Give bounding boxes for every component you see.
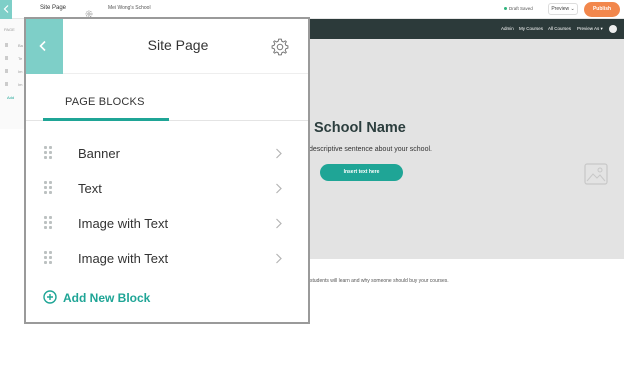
- site-navbar: Admin My Courses All Courses Preview As …: [308, 19, 624, 39]
- nav-link-all-courses[interactable]: All Courses: [548, 26, 571, 31]
- block-label: Text: [78, 181, 102, 196]
- list-item-image-with-text[interactable]: Image with Text: [26, 241, 308, 276]
- publish-button[interactable]: Publish: [584, 2, 620, 17]
- panel-header: Site Page: [26, 19, 308, 74]
- topbar-back-button[interactable]: [0, 0, 12, 19]
- save-status-text: Draft Saved: [509, 6, 533, 11]
- page-blocks-panel: Site Page PAGE BLOCKS Banner Text Image …: [24, 17, 310, 324]
- background-sidebar-item: Im: [18, 69, 23, 74]
- background-sidebar-tab: PAGE: [4, 27, 15, 32]
- chevron-right-icon: [276, 183, 282, 194]
- drag-handle-icon[interactable]: [44, 181, 53, 194]
- add-new-block-label: Add New Block: [63, 291, 151, 305]
- hero-title: School Name: [314, 120, 406, 136]
- plus-circle-icon: [43, 290, 57, 304]
- chevron-left-icon: [39, 40, 46, 52]
- background-sidebar: PAGE Ba Te Im Im Add: [0, 19, 26, 129]
- panel-title: Site Page: [147, 37, 209, 53]
- preview-dropdown[interactable]: Preview ⌄: [548, 3, 578, 15]
- status-dot-icon: [504, 7, 507, 11]
- tab-active-indicator: [43, 118, 169, 121]
- list-item-image-with-text[interactable]: Image with Text: [26, 206, 308, 241]
- chevron-right-icon: [276, 148, 282, 159]
- drag-handle-icon[interactable]: [44, 216, 53, 229]
- nav-link-my-courses[interactable]: My Courses: [519, 26, 543, 31]
- list-item-text[interactable]: Text: [26, 171, 308, 206]
- panel-tabs: PAGE BLOCKS: [26, 91, 308, 121]
- body-text: students will learn and why someone shou…: [310, 278, 449, 284]
- nav-link-preview-as[interactable]: Preview As ▾: [577, 26, 603, 32]
- chevron-right-icon: [276, 253, 282, 264]
- background-sidebar-item: Te: [18, 56, 23, 61]
- image-placeholder-icon: [584, 163, 608, 190]
- drag-handle-icon: [5, 43, 8, 47]
- drag-handle-icon: [5, 56, 8, 60]
- background-sidebar-add: Add: [7, 95, 15, 100]
- save-status: Draft Saved: [504, 6, 533, 11]
- list-item-banner[interactable]: Banner: [26, 136, 308, 171]
- nav-link-admin[interactable]: Admin: [501, 26, 514, 31]
- drag-handle-icon: [5, 69, 8, 73]
- tab-page-blocks[interactable]: PAGE BLOCKS: [65, 96, 145, 108]
- hero-cta-button[interactable]: Insert text here: [320, 164, 403, 181]
- block-label: Banner: [78, 146, 120, 161]
- school-name-label: Mei Wong's School: [108, 5, 151, 11]
- chevron-right-icon: [276, 218, 282, 229]
- block-label: Image with Text: [78, 216, 169, 231]
- topbar-page-title: Site Page: [40, 5, 67, 11]
- block-label: Image with Text: [78, 251, 169, 266]
- drag-handle-icon[interactable]: [44, 146, 53, 159]
- chevron-left-icon: [3, 5, 9, 13]
- drag-handle-icon[interactable]: [44, 251, 53, 264]
- panel-back-button[interactable]: [26, 19, 63, 74]
- background-sidebar-item: Ba: [18, 43, 23, 48]
- hero-subtitle: descriptive sentence about your school.: [309, 146, 432, 153]
- drag-handle-icon: [5, 82, 8, 86]
- gear-icon[interactable]: [270, 37, 290, 62]
- background-sidebar-item: Im: [18, 82, 23, 87]
- avatar[interactable]: [609, 25, 617, 33]
